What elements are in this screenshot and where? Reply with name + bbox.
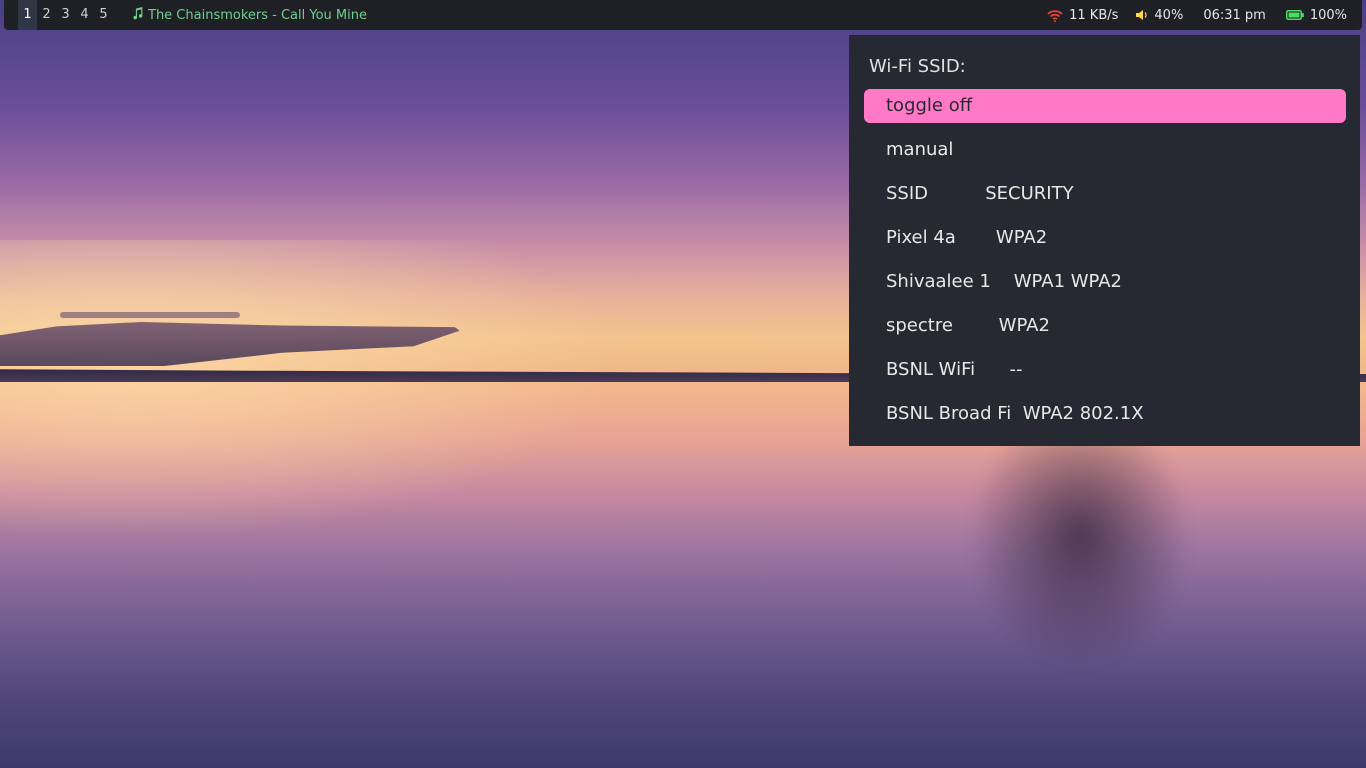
- workspace-4[interactable]: 4: [75, 0, 94, 30]
- workspace-1[interactable]: 1: [18, 0, 37, 30]
- top-status-bar: 1 2 3 4 5 The Chainsmokers - Call You Mi…: [4, 0, 1362, 30]
- wifi-icon: [1047, 9, 1063, 22]
- media-track-title: The Chainsmokers - Call You Mine: [148, 7, 367, 23]
- network-item-shivaalee-1[interactable]: Shivaalee 1 WPA1 WPA2: [864, 265, 1346, 299]
- menu-item-header[interactable]: SSID SECURITY: [864, 177, 1346, 211]
- menu-item-manual[interactable]: manual: [864, 133, 1346, 167]
- network-item-pixel-4a[interactable]: Pixel 4a WPA2: [864, 221, 1346, 255]
- menu-prompt: Wi-Fi SSID:: [869, 56, 966, 77]
- network-speed: 11 KB/s: [1069, 7, 1119, 23]
- network-item-spectre[interactable]: spectre WPA2: [864, 309, 1346, 343]
- music-note-icon: [131, 6, 144, 24]
- volume-module[interactable]: 40%: [1136, 8, 1183, 23]
- clock-time: 06:31 pm: [1203, 7, 1266, 23]
- network-item-bsnl-wifi[interactable]: BSNL WiFi --: [864, 353, 1346, 387]
- volume-level: 40%: [1154, 7, 1184, 23]
- media-player-module[interactable]: The Chainsmokers - Call You Mine: [131, 6, 367, 24]
- network-module[interactable]: 11 KB/s: [1047, 8, 1118, 23]
- sun-glow: [0, 240, 620, 540]
- wifi-ssid-menu: Wi-Fi SSID: toggle off manual SSID SECUR…: [849, 35, 1360, 446]
- workspace-switcher: 1 2 3 4 5: [18, 0, 113, 30]
- clock-module[interactable]: 06:31 pm: [1203, 8, 1266, 23]
- battery-level: 100%: [1309, 7, 1347, 23]
- desktop-wallpaper: 1 2 3 4 5 The Chainsmokers - Call You Mi…: [0, 0, 1366, 768]
- workspace-2[interactable]: 2: [37, 0, 56, 30]
- battery-icon: [1285, 10, 1304, 20]
- water-reflection: [960, 440, 1200, 680]
- speaker-icon: [1136, 9, 1148, 21]
- workspace-5[interactable]: 5: [94, 0, 113, 30]
- workspace-3[interactable]: 3: [56, 0, 75, 30]
- network-item-bsnl-broad-fi[interactable]: BSNL Broad Fi WPA2 802.1X: [864, 397, 1346, 431]
- menu-item-toggle-off[interactable]: toggle off: [864, 89, 1346, 123]
- battery-module[interactable]: 100%: [1285, 7, 1347, 23]
- cloud-wisp: [60, 312, 240, 318]
